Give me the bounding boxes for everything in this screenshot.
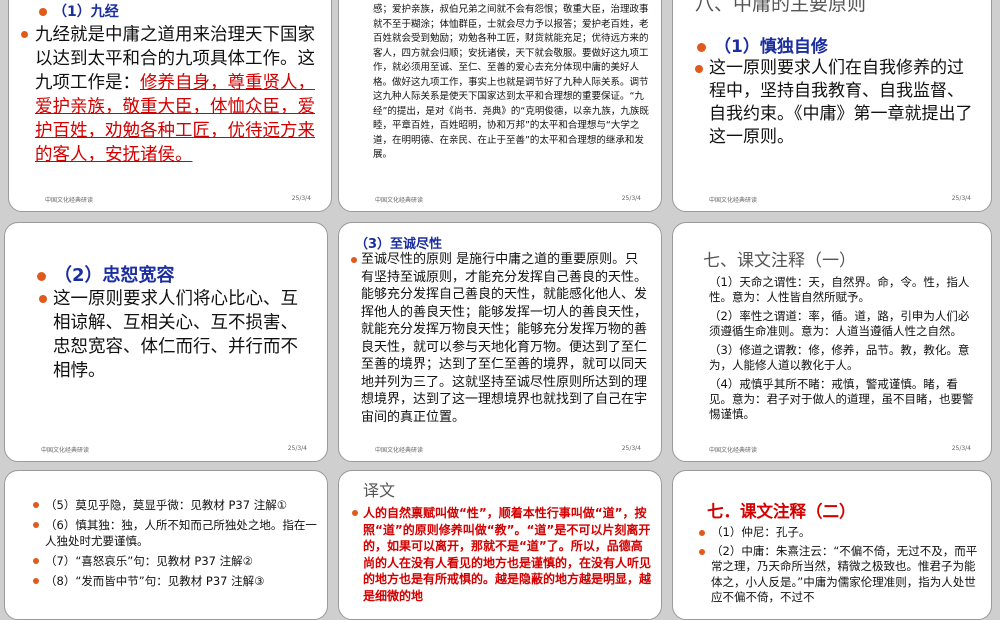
- bullet-icon: [695, 65, 703, 73]
- bullet-icon: [39, 295, 47, 303]
- principle-subhead: （2）忠恕宽容: [37, 261, 175, 287]
- bullet-icon: [699, 548, 705, 555]
- bullet-icon: [352, 510, 358, 516]
- bullet-icon: [699, 530, 705, 536]
- slide-card-translation[interactable]: 译文 人的自然禀赋叫做“性”，顺着本性行事叫做“道”，按照“道”的原则修养叫做“…: [338, 470, 662, 620]
- notes-list: （1）仲尼：孔子。 （2）中庸：朱熹注云：“不偏不倚，无过不及，而平常之理，乃天…: [699, 525, 981, 606]
- slide-footer: 中国文化经典研读 25/3/4: [375, 445, 641, 454]
- slide-footer: 中国文化经典研读 25/3/4: [709, 445, 971, 454]
- slide-card-notes-two[interactable]: 七．课文注释（二） （1）仲尼：孔子。 （2）中庸：朱熹注云：“不偏不倚，无过不…: [672, 470, 992, 620]
- principle-subhead: （1）慎独自修: [697, 32, 828, 57]
- note-item: （2）率性之谓道：率，循。道，路，引申为人们必须遵循生命准则。意为：人道当遵循人…: [709, 309, 970, 338]
- slide-card-notes-one[interactable]: 七、课文注释（一） （1）天命之谓性：天，自然界。命，令。性，指人性。意为：人性…: [672, 222, 992, 462]
- note-item: （1）仲尼：孔子。: [699, 525, 981, 541]
- slide-footer: 中国文化经典研读 25/3/4: [41, 445, 307, 454]
- slide-title: 七．课文注释（二）: [707, 502, 856, 521]
- bullet-icon: [33, 578, 39, 584]
- bullet-icon: [39, 8, 47, 16]
- bullet-icon: [21, 31, 28, 38]
- slide-heading-partial: （1）九经: [39, 1, 119, 21]
- bullet-icon: [697, 42, 706, 52]
- note-item: （3）修道之谓教：修，修养，品节。教，教化。意为，人能修人道以教化于人。: [709, 343, 970, 372]
- notes-list: （1）天命之谓性：天，自然界。命，令。性，指人性。意为：人性皆自然所赋予。 （2…: [709, 275, 977, 422]
- slide-title: 译文: [363, 481, 396, 500]
- slide-card-self-cultivation[interactable]: 八、中庸的主要原则 （1）慎独自修 这一原则要求人们在自我修养的过程中，坚持自我…: [672, 0, 992, 212]
- note-item: （1）天命之谓性：天，自然界。命，令。性，指人性。意为：人性皆自然所赋予。: [709, 275, 970, 304]
- slide-card-nine-classics[interactable]: （1）九经 九经就是中庸之道用来治理天下国家以达到太平和合的九项具体工作。这九项…: [8, 0, 332, 212]
- note-item: （7）“喜怒哀乐”句：见教材 P37 注解②: [33, 553, 317, 569]
- slide-footer: 中国文化经典研读 25/3/4: [709, 195, 971, 204]
- note-item: （8）“发而皆中节”句：见教材 P37 注解③: [33, 573, 317, 589]
- nine-relations-paragraph: 感；爱护亲族，叔伯兄弟之间就不会有怨恨；敬重大臣，治理政事就不至于糊涂；体恤群臣…: [373, 4, 649, 160]
- nine-classics-paragraph: 九经就是中庸之道用来治理天下国家以达到太平和合的九项具体工作。这九项工作是：修养…: [21, 23, 325, 167]
- principle-subhead: （3）至诚尽性: [355, 237, 443, 252]
- principle-text: 这一原则要求人们在自我修养的过程中，坚持自我教育、自我监督、自我约束。《中庸》第…: [695, 57, 979, 149]
- bullet-icon: [33, 522, 39, 528]
- note-item: （6）慎其独：独，人所不知而己所独处之地。指在一人独处时尤要谨慎。: [33, 517, 317, 549]
- slide-footer: 中国文化经典研读 25/3/4: [375, 195, 641, 204]
- principle-text: 至诚尽性的原则 是施行中庸之道的重要原则。只有坚持至诚原则，才能充分发挥自己善良…: [351, 251, 651, 426]
- bullet-icon: [33, 558, 39, 564]
- bullet-icon: [37, 271, 46, 281]
- note-item: （4）戒慎乎其所不睹：戒慎，警戒谨慎。睹，看见。意为：君子对于做人的道理，虽不目…: [709, 377, 974, 421]
- slide-card-nine-relations[interactable]: 感；爱护亲族，叔伯兄弟之间就不会有怨恨；敬重大臣，治理政事就不至于糊涂；体恤群臣…: [338, 0, 662, 212]
- slide-card-sincerity[interactable]: （3）至诚尽性 至诚尽性的原则 是施行中庸之道的重要原则。只有坚持至诚原则，才能…: [338, 222, 662, 462]
- slide-card-tolerance[interactable]: （2）忠恕宽容 这一原则要求人们将心比心、互相谅解、互相关心、互不损害、忠恕宽容…: [4, 222, 328, 462]
- translation-text: 人的自然禀赋叫做“性”，顺着本性行事叫做“道”，按照“道”的原则修养叫做“教”。…: [352, 505, 653, 604]
- note-item: （5）莫见乎隐，莫显乎微：见教材 P37 注解①: [33, 497, 317, 513]
- bullet-icon: [351, 257, 357, 263]
- note-item: （2）中庸：朱熹注云：“不偏不倚，无过不及，而平常之理，乃天命所当然，精微之极致…: [699, 544, 981, 606]
- principle-text: 这一原则要求人们将心比心、互相谅解、互相关心、互不损害、忠恕宽容、体仁而行、并行…: [39, 287, 315, 383]
- slide-footer: 中国文化经典研读 25/3/4: [45, 195, 311, 204]
- slide-title: 七、课文注释（一）: [703, 251, 856, 271]
- slide-title-partial: 八、中庸的主要原则: [695, 0, 867, 15]
- bullet-icon: [33, 502, 39, 508]
- notes-list: （5）莫见乎隐，莫显乎微：见教材 P37 注解① （6）慎其独：独，人所不知而己…: [33, 497, 317, 589]
- slide-card-notes-five-eight[interactable]: （5）莫见乎隐，莫显乎微：见教材 P37 注解① （6）慎其独：独，人所不知而己…: [4, 470, 328, 620]
